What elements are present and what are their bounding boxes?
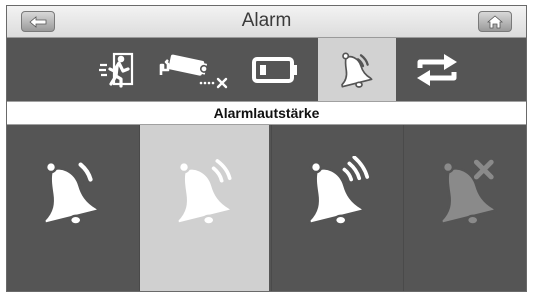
battery-low-icon — [252, 56, 297, 83]
volume-option-medium[interactable] — [139, 125, 269, 291]
tab-battery[interactable] — [237, 38, 315, 101]
page-title: Alarm — [241, 10, 292, 31]
home-icon — [487, 14, 503, 28]
bell-volume-high-icon — [307, 154, 369, 226]
tab-motion[interactable] — [78, 38, 156, 101]
volume-option-high[interactable] — [271, 125, 401, 291]
bell-volume-low-icon — [43, 160, 101, 226]
tab-alarm[interactable] — [318, 38, 396, 101]
category-tab-bar — [7, 38, 526, 101]
app-window: Alarm Alarmlautstärke — [6, 5, 527, 292]
bell-muted-icon — [439, 159, 497, 226]
volume-option-mute[interactable] — [403, 125, 526, 291]
volume-option-low[interactable] — [7, 125, 137, 291]
tab-repeat[interactable] — [398, 38, 476, 101]
home-button[interactable] — [478, 11, 512, 32]
bell-volume-medium-icon — [175, 158, 233, 226]
bell-icon — [341, 52, 373, 88]
camera-disconnected-icon — [159, 54, 228, 88]
repeat-arrows-icon — [417, 53, 457, 86]
volume-options — [7, 125, 526, 291]
tab-camera[interactable] — [156, 38, 234, 101]
running-person-icon — [99, 52, 134, 88]
title-bar: Alarm — [7, 6, 526, 38]
section-heading: Alarmlautstärke — [7, 101, 526, 125]
